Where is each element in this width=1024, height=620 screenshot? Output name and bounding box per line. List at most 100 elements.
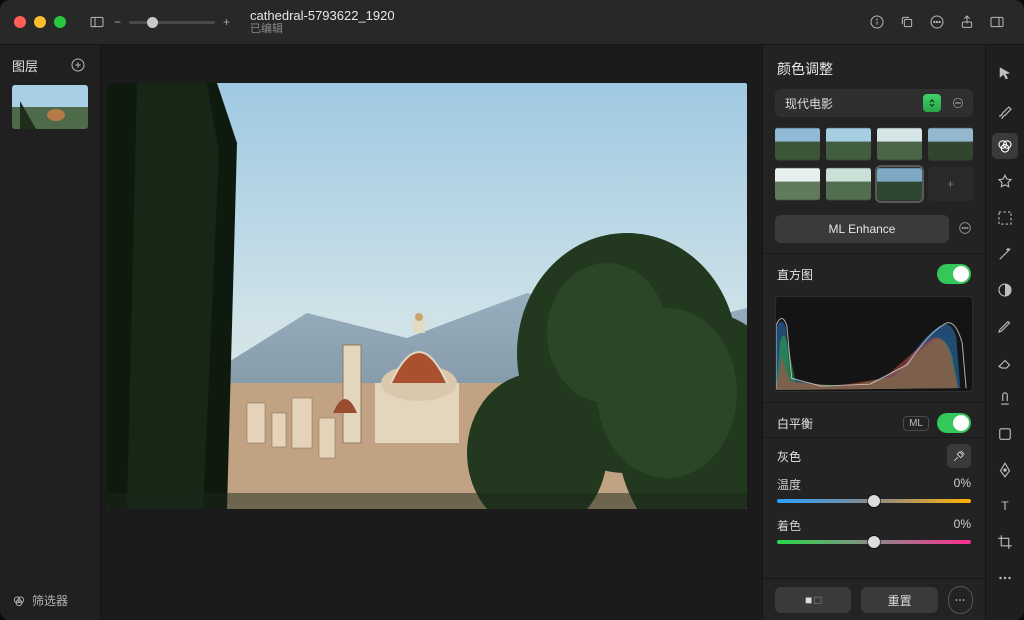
temperature-label: 温度 [777,476,801,493]
layers-title: 图层 [12,56,38,75]
tool-clone[interactable] [992,385,1018,411]
text-icon: T [996,497,1014,515]
tool-magic-wand[interactable] [992,241,1018,267]
tool-brush[interactable] [992,97,1018,123]
layer-thumbnail[interactable] [12,85,88,129]
preset-selector[interactable]: 现代电影 [775,89,973,117]
temperature-slider[interactable]: 温度 0% [777,476,971,503]
zoom-plus[interactable]: + [223,15,230,29]
ml-enhance-button[interactable]: ML Enhance [775,215,949,243]
tool-pen[interactable] [992,457,1018,483]
footer-more[interactable] [948,586,973,614]
titlebar: − + cathedral-5793622_1920 已编辑 [0,0,1024,45]
tool-more[interactable] [992,565,1018,591]
preset-label: 现代电影 [785,95,921,112]
tool-shape[interactable] [992,421,1018,447]
eyedropper-icon [952,449,966,463]
white-balance-label: 白平衡 [777,415,813,432]
layer-filter-button[interactable]: 筛选器 [0,580,100,620]
eraser-icon [996,353,1014,371]
adjust-title: 颜色调整 [763,45,985,89]
fullscreen-window[interactable] [54,16,66,28]
tint-value: 0% [954,517,971,534]
minimize-window[interactable] [34,16,46,28]
temperature-value: 0% [954,476,971,493]
edit-status: 已编辑 [250,23,395,36]
histogram-toggle[interactable] [937,264,971,284]
ellipsis-circle-icon [957,220,973,236]
histogram [775,296,973,392]
tint-knob[interactable] [868,536,880,548]
wand-icon [996,245,1014,263]
preset-thumb-2[interactable] [826,127,871,161]
adjust-footer: ■ □ 重置 [763,578,985,620]
duplicate-icon [899,14,915,30]
star-icon [996,173,1014,191]
canvas-area[interactable] [101,45,762,620]
info-button[interactable] [864,9,890,35]
tool-crop[interactable] [992,529,1018,555]
tool-eraser[interactable] [992,349,1018,375]
ml-chip[interactable]: ML [903,416,929,431]
zoom-minus[interactable]: − [114,15,121,29]
preset-thumb-6[interactable] [826,167,871,201]
add-layer-button[interactable] [68,55,88,75]
actions-button[interactable] [924,9,950,35]
layer-thumb-image [12,85,88,129]
tool-marquee[interactable] [992,205,1018,231]
tool-strip: T [985,45,1024,620]
more-circle-icon [929,14,945,30]
duplicate-button[interactable] [894,9,920,35]
preset-thumbs: + [775,127,973,201]
toggle-sidebar-button[interactable] [84,9,110,35]
preset-thumb-7[interactable] [877,167,922,201]
tint-slider[interactable]: 着色 0% [777,517,971,544]
gradient-icon [996,281,1014,299]
preset-add[interactable]: + [928,167,973,201]
marquee-icon [996,209,1014,227]
palette-icon [996,137,1014,155]
reset-button[interactable]: 重置 [861,587,937,613]
preset-thumb-4[interactable] [928,127,973,161]
tool-text[interactable]: T [992,493,1018,519]
preset-more[interactable] [949,94,967,112]
share-icon [959,14,975,30]
zoom-track[interactable] [129,21,215,24]
zoom-slider[interactable]: − + [114,15,230,29]
filter-icon [12,594,26,608]
adjust-panel: 颜色调整 现代电影 + ML En [762,45,985,620]
white-balance-toggle[interactable] [937,413,971,433]
layers-panel: 图层 筛选器 [0,45,101,620]
app-body: 图层 筛选器 [0,45,1024,620]
image-svg [107,83,747,509]
preset-thumb-5[interactable] [775,167,820,201]
temperature-knob[interactable] [868,495,880,507]
ellipsis-icon [996,569,1014,587]
document-title: cathedral-5793622_1920 已编辑 [250,8,395,37]
preset-thumb-1[interactable] [775,127,820,161]
share-button[interactable] [954,9,980,35]
shape-icon [996,425,1014,443]
stepper-icon [926,97,938,109]
ellipsis-circle-icon [951,96,965,110]
compare-split-button[interactable]: ■ □ [775,587,851,613]
panel-icon [989,14,1005,30]
zoom-knob[interactable] [147,17,158,28]
tool-color-adjust[interactable] [992,133,1018,159]
ml-more[interactable] [957,220,973,239]
tool-effects[interactable] [992,169,1018,195]
grey-label: 灰色 [777,448,801,465]
eyedropper-button[interactable] [947,444,971,468]
pencil-icon [996,317,1014,335]
tool-pointer[interactable] [992,61,1018,87]
plus-circle-icon [70,57,86,73]
window-controls [14,16,66,28]
preset-thumb-3[interactable] [877,127,922,161]
preset-stepper[interactable] [923,94,941,112]
tool-pencil[interactable] [992,313,1018,339]
brush-icon [996,101,1014,119]
tool-gradient[interactable] [992,277,1018,303]
toggle-right-panel-button[interactable] [984,9,1010,35]
close-window[interactable] [14,16,26,28]
info-icon [869,14,885,30]
